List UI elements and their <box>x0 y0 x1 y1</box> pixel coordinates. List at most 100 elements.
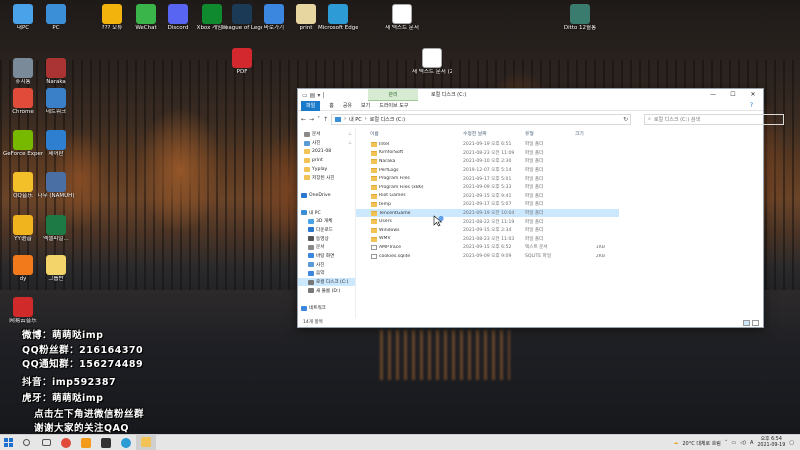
nav-item-label: 다운로드 <box>316 227 333 233</box>
desktop-icon-microsoft-edge[interactable]: Microsoft Edge <box>318 4 358 32</box>
start-button[interactable] <box>0 435 16 450</box>
file-row[interactable]: temp 2021-09-17 오후 5:07 파일 폴더 <box>356 200 763 209</box>
taskbar-search-button[interactable] <box>16 435 36 450</box>
save-icon[interactable]: ▭ <box>302 92 308 99</box>
desktop-icon-naraka[interactable]: Naraka <box>36 58 76 86</box>
desktop-icon-ditto-12[interactable]: Ditto 12월통 <box>560 4 600 32</box>
nav-item-item[interactable]: 동영상 <box>298 234 355 243</box>
file-type: 파일 폴더 <box>525 159 544 165</box>
breadcrumb-this-pc[interactable]: 내 PC <box>349 116 362 123</box>
details-view-icon[interactable] <box>743 320 750 326</box>
nav-item-item[interactable]: 사진 ⊥ <box>298 139 355 148</box>
refresh-icon[interactable]: ↻ <box>623 116 628 123</box>
desktop-icon-item[interactable]: 제어판 <box>36 130 76 158</box>
taskbar-app-orange-button[interactable] <box>76 435 96 450</box>
nav-item-item[interactable]: 네트워크 <box>298 304 355 313</box>
nav-item-item[interactable]: 문서 <box>298 243 355 252</box>
tab-file[interactable]: 파일 <box>301 100 321 111</box>
qat-dropdown-icon[interactable]: ▾ <box>317 92 320 99</box>
taskbar-task-view-button[interactable] <box>36 435 56 450</box>
nav-item-item[interactable]: 사진 <box>298 260 355 269</box>
file-row[interactable]: PerfLogs 2019-12-07 오후 5:14 파일 폴더 <box>356 166 763 175</box>
nav-item-2021-08[interactable]: 2021-08 <box>298 147 355 156</box>
forward-arrow-icon[interactable]: → <box>309 116 314 123</box>
volume-icon[interactable]: ◁) <box>740 440 746 446</box>
breadcrumb-local-disk[interactable]: 로컬 디스크 (C:) <box>370 116 405 123</box>
column-name[interactable]: 이름 <box>356 130 463 137</box>
input-language[interactable]: A <box>750 440 753 446</box>
nav-item-pc[interactable]: 내 PC <box>298 208 355 217</box>
nav-item-d[interactable]: 새 볼륨 (D:) <box>298 286 355 295</box>
tab-share[interactable]: 공유 <box>343 102 352 109</box>
desktop-icon-item[interactable]: 엑셀파일... <box>36 215 76 243</box>
clock[interactable]: 오후 6:54 2021-09-19 <box>757 437 785 449</box>
nav-item-item[interactable]: 다운로드 <box>298 226 355 235</box>
desktop-icon-item[interactable]: 그룹반 <box>36 255 76 283</box>
file-date: 2021-09-15 오후 9:41 <box>463 193 512 199</box>
notifications-icon[interactable]: ▢ <box>789 440 794 446</box>
file-row[interactable]: Riot Games 2021-09-15 오후 9:41 파일 폴더 <box>356 192 763 201</box>
tab-view[interactable]: 보기 <box>361 102 370 109</box>
taskbar-app-game-button[interactable] <box>96 435 116 450</box>
close-button[interactable]: ✕ <box>743 89 763 101</box>
tab-drive-tools[interactable]: 드라이브 도구 <box>379 102 408 109</box>
nav-item-item[interactable]: 바탕 화면 <box>298 252 355 261</box>
folder-icon <box>371 159 377 165</box>
quick-access-toolbar: ▭ ▤ ▾ | <box>302 92 324 99</box>
file-date: 2021-09-17 오후 5:07 <box>463 202 512 208</box>
desktop-icon-item[interactable]: 새 텍스트 문서 <box>382 4 422 32</box>
column-date[interactable]: 수정한 날짜 <box>463 130 525 137</box>
file-row[interactable]: Intel 2021-09-19 오후 6:51 파일 폴더 <box>356 140 763 149</box>
file-row[interactable]: Windows 2021-09-15 오후 2:34 파일 폴더 <box>356 226 763 235</box>
column-size[interactable]: 크기 <box>575 130 615 137</box>
search-box[interactable]: ⌕ 로컬 디스크 (C:) 검색 <box>644 113 785 125</box>
back-arrow-icon[interactable]: ← <box>301 116 306 123</box>
nav-item-item[interactable]: 음악 <box>298 269 355 278</box>
up-arrow-icon[interactable]: ↑ <box>323 116 328 123</box>
file-row[interactable]: cookies.sqlite 2021-09-09 오후 9:09 SQLITE 파… <box>356 252 763 261</box>
file-row[interactable]: Users 2021-08-22 오전 11:19 파일 폴더 <box>356 217 763 226</box>
nav-item-onedrive[interactable]: OneDrive <box>298 191 355 200</box>
nav-item-item[interactable]: 문서 ⊥ <box>298 130 355 139</box>
address-bar[interactable]: › 내 PC › 로컬 디스크 (C:) ↻ <box>331 113 632 125</box>
file-row[interactable]: AMPTrace 2021-09-15 오후 6:52 텍스트 문서 1KB <box>356 243 763 252</box>
minimize-button[interactable]: — <box>703 89 723 101</box>
desktop-icon-pc[interactable]: PC <box>36 4 76 32</box>
title-bar[interactable]: ▭ ▤ ▾ | 관리 로컬 디스크 (C:) — ☐ ✕ <box>298 89 763 101</box>
file-row[interactable]: Naraka 2021-09-10 오후 2:30 파일 폴더 <box>356 157 763 166</box>
weather-icon[interactable]: ☁ <box>673 440 678 446</box>
drive-tools-manage-tab[interactable]: 관리 <box>368 89 418 101</box>
file-row[interactable]: Program Files 2021-09-17 오후 5:01 파일 폴더 <box>356 174 763 183</box>
taskbar-chrome-button[interactable] <box>56 435 76 450</box>
desktop-icon-pdf[interactable]: PDF <box>222 48 262 76</box>
pin-icon[interactable]: ⊥ <box>348 132 352 137</box>
weather-text[interactable]: 20°C 대체로 흐림 <box>682 440 721 447</box>
taskbar-edge-button[interactable] <box>116 435 136 450</box>
file-row[interactable]: Program Files (x86) 2021-09-09 오후 5:33 파일 … <box>356 183 763 192</box>
nav-item-yyplay[interactable]: Yyplay <box>298 165 355 174</box>
nav-item-c[interactable]: 로컬 디스크 (C:) <box>298 277 355 287</box>
desktop-icon-item[interactable]: 网易云音乐 <box>3 297 43 325</box>
nav-item-3d[interactable]: 3D 개체 <box>298 217 355 226</box>
file-row[interactable]: KimforSoft 2021-08-23 오전 11:09 파일 폴더 <box>356 149 763 158</box>
nav-item-item[interactable]: 저장된 사진 <box>298 173 355 182</box>
column-type[interactable]: 유형 <box>525 130 575 137</box>
desktop-icon-2[interactable]: 새 텍스트 문서 (2) <box>412 48 452 76</box>
file-row[interactable]: WMV 2021-08-23 오전 11:03 파일 폴더 <box>356 235 763 244</box>
large-icons-view-icon[interactable] <box>752 320 759 326</box>
help-icon[interactable]: ? <box>750 102 753 109</box>
file-row[interactable]: TencentGame 2021-09-19 오전 10:04 파일 폴더 <box>356 208 619 218</box>
desktop-icon-namuh[interactable]: 나무 (NAMUH) <box>36 172 76 200</box>
desktop-icon-label: 나무 (NAMUH) <box>37 193 75 199</box>
nav-item-print[interactable]: print <box>298 156 355 165</box>
file-type: 파일 폴더 <box>525 185 544 191</box>
tray-chevron-icon[interactable]: ˄ <box>725 440 728 446</box>
tab-home[interactable]: 홈 <box>329 102 334 109</box>
recent-dropdown-icon[interactable]: ˅ <box>317 116 320 123</box>
taskbar-file-explorer-button[interactable] <box>136 434 156 450</box>
desktop-icon-item[interactable]: 네트워크 <box>36 88 76 116</box>
maximize-button[interactable]: ☐ <box>723 89 743 101</box>
folder-icon[interactable]: ▤ <box>310 92 316 99</box>
pin-icon[interactable]: ⊥ <box>348 141 352 146</box>
network-icon[interactable]: ▭ <box>731 440 736 446</box>
